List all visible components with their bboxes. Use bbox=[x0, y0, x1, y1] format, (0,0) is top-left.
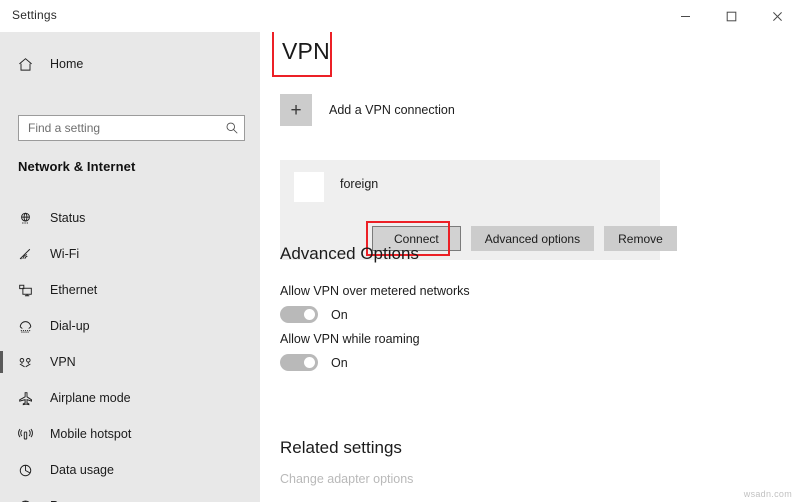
option-label: Allow VPN while roaming bbox=[280, 332, 420, 346]
sidebar-item-wifi[interactable]: Wi-Fi bbox=[0, 236, 260, 272]
plus-icon: + bbox=[280, 94, 312, 126]
toggle-state-label: On bbox=[331, 308, 348, 322]
sidebar-item-airplane-mode[interactable]: Airplane mode bbox=[0, 380, 260, 416]
settings-window: Home Network & Internet bbox=[0, 0, 800, 502]
data-usage-pie-icon bbox=[18, 463, 40, 478]
watermark: wsadn.com bbox=[744, 489, 792, 499]
vpn-key-icon bbox=[18, 355, 40, 370]
search-input-wrapper[interactable] bbox=[18, 115, 245, 141]
option-label: Allow VPN over metered networks bbox=[280, 284, 470, 298]
airplane-icon bbox=[18, 391, 40, 406]
ethernet-icon bbox=[18, 283, 40, 298]
close-icon[interactable] bbox=[754, 0, 800, 32]
search-input[interactable] bbox=[19, 116, 220, 140]
home-icon bbox=[18, 57, 40, 72]
sidebar-item-label: Ethernet bbox=[50, 283, 97, 297]
wifi-icon bbox=[18, 247, 40, 262]
window-controls bbox=[662, 0, 800, 32]
hotspot-icon bbox=[18, 427, 40, 442]
related-settings-heading: Related settings bbox=[280, 438, 402, 458]
maximize-icon[interactable] bbox=[708, 0, 754, 32]
toggle-knob bbox=[304, 357, 315, 368]
sidebar-item-ethernet[interactable]: Ethernet bbox=[0, 272, 260, 308]
sidebar-item-label: Dial-up bbox=[50, 319, 90, 333]
change-adapter-options-link[interactable]: Change adapter options bbox=[280, 472, 413, 486]
minimize-icon[interactable] bbox=[662, 0, 708, 32]
toggle-state-label: On bbox=[331, 356, 348, 370]
page-title: VPN bbox=[282, 38, 330, 65]
add-vpn-connection-label: Add a VPN connection bbox=[329, 103, 455, 117]
sidebar: Home Network & Internet bbox=[0, 0, 260, 502]
sidebar-item-label: Data usage bbox=[50, 463, 114, 477]
proxy-globe-icon bbox=[18, 499, 40, 502]
advanced-options-heading: Advanced Options bbox=[280, 244, 419, 264]
app-title: Settings bbox=[12, 8, 57, 22]
toggle-allow-vpn-over-metered-networks[interactable] bbox=[280, 306, 318, 323]
sidebar-item-label: VPN bbox=[50, 355, 76, 369]
option-roaming: Allow VPN while roaming On bbox=[280, 332, 420, 371]
toggle-knob bbox=[304, 309, 315, 320]
sidebar-item-status[interactable]: Status bbox=[0, 200, 260, 236]
vpn-connection-name: foreign bbox=[340, 177, 378, 191]
sidebar-item-dial-up[interactable]: Dial-up bbox=[0, 308, 260, 344]
dialup-phone-icon bbox=[18, 319, 40, 334]
sidebar-item-home[interactable]: Home bbox=[0, 49, 260, 79]
sidebar-item-mobile-hotspot[interactable]: Mobile hotspot bbox=[0, 416, 260, 452]
sidebar-item-label: Mobile hotspot bbox=[50, 427, 131, 441]
vpn-connection-icon bbox=[294, 172, 324, 202]
sidebar-item-proxy[interactable]: Proxy bbox=[0, 488, 260, 502]
sidebar-item-label: Airplane mode bbox=[50, 391, 131, 405]
remove-button[interactable]: Remove bbox=[604, 226, 677, 251]
sidebar-section-title: Network & Internet bbox=[18, 159, 135, 174]
sidebar-item-vpn[interactable]: VPN bbox=[0, 344, 260, 380]
search-icon[interactable] bbox=[220, 121, 244, 135]
sidebar-item-data-usage[interactable]: Data usage bbox=[0, 452, 260, 488]
status-globe-icon bbox=[18, 211, 40, 226]
sidebar-item-label-home: Home bbox=[50, 57, 83, 71]
add-vpn-connection-button[interactable]: + Add a VPN connection bbox=[280, 94, 455, 126]
option-metered-networks: Allow VPN over metered networks On bbox=[280, 284, 470, 323]
sidebar-nav-list: Status Wi-Fi bbox=[0, 200, 260, 502]
main-content: VPN + Add a VPN connection foreign Conne… bbox=[260, 32, 800, 502]
advanced-options-button[interactable]: Advanced options bbox=[471, 226, 594, 251]
toggle-allow-vpn-while-roaming[interactable] bbox=[280, 354, 318, 371]
title-bar: Settings bbox=[0, 0, 800, 32]
sidebar-item-label: Status bbox=[50, 211, 85, 225]
sidebar-item-label: Wi-Fi bbox=[50, 247, 79, 261]
